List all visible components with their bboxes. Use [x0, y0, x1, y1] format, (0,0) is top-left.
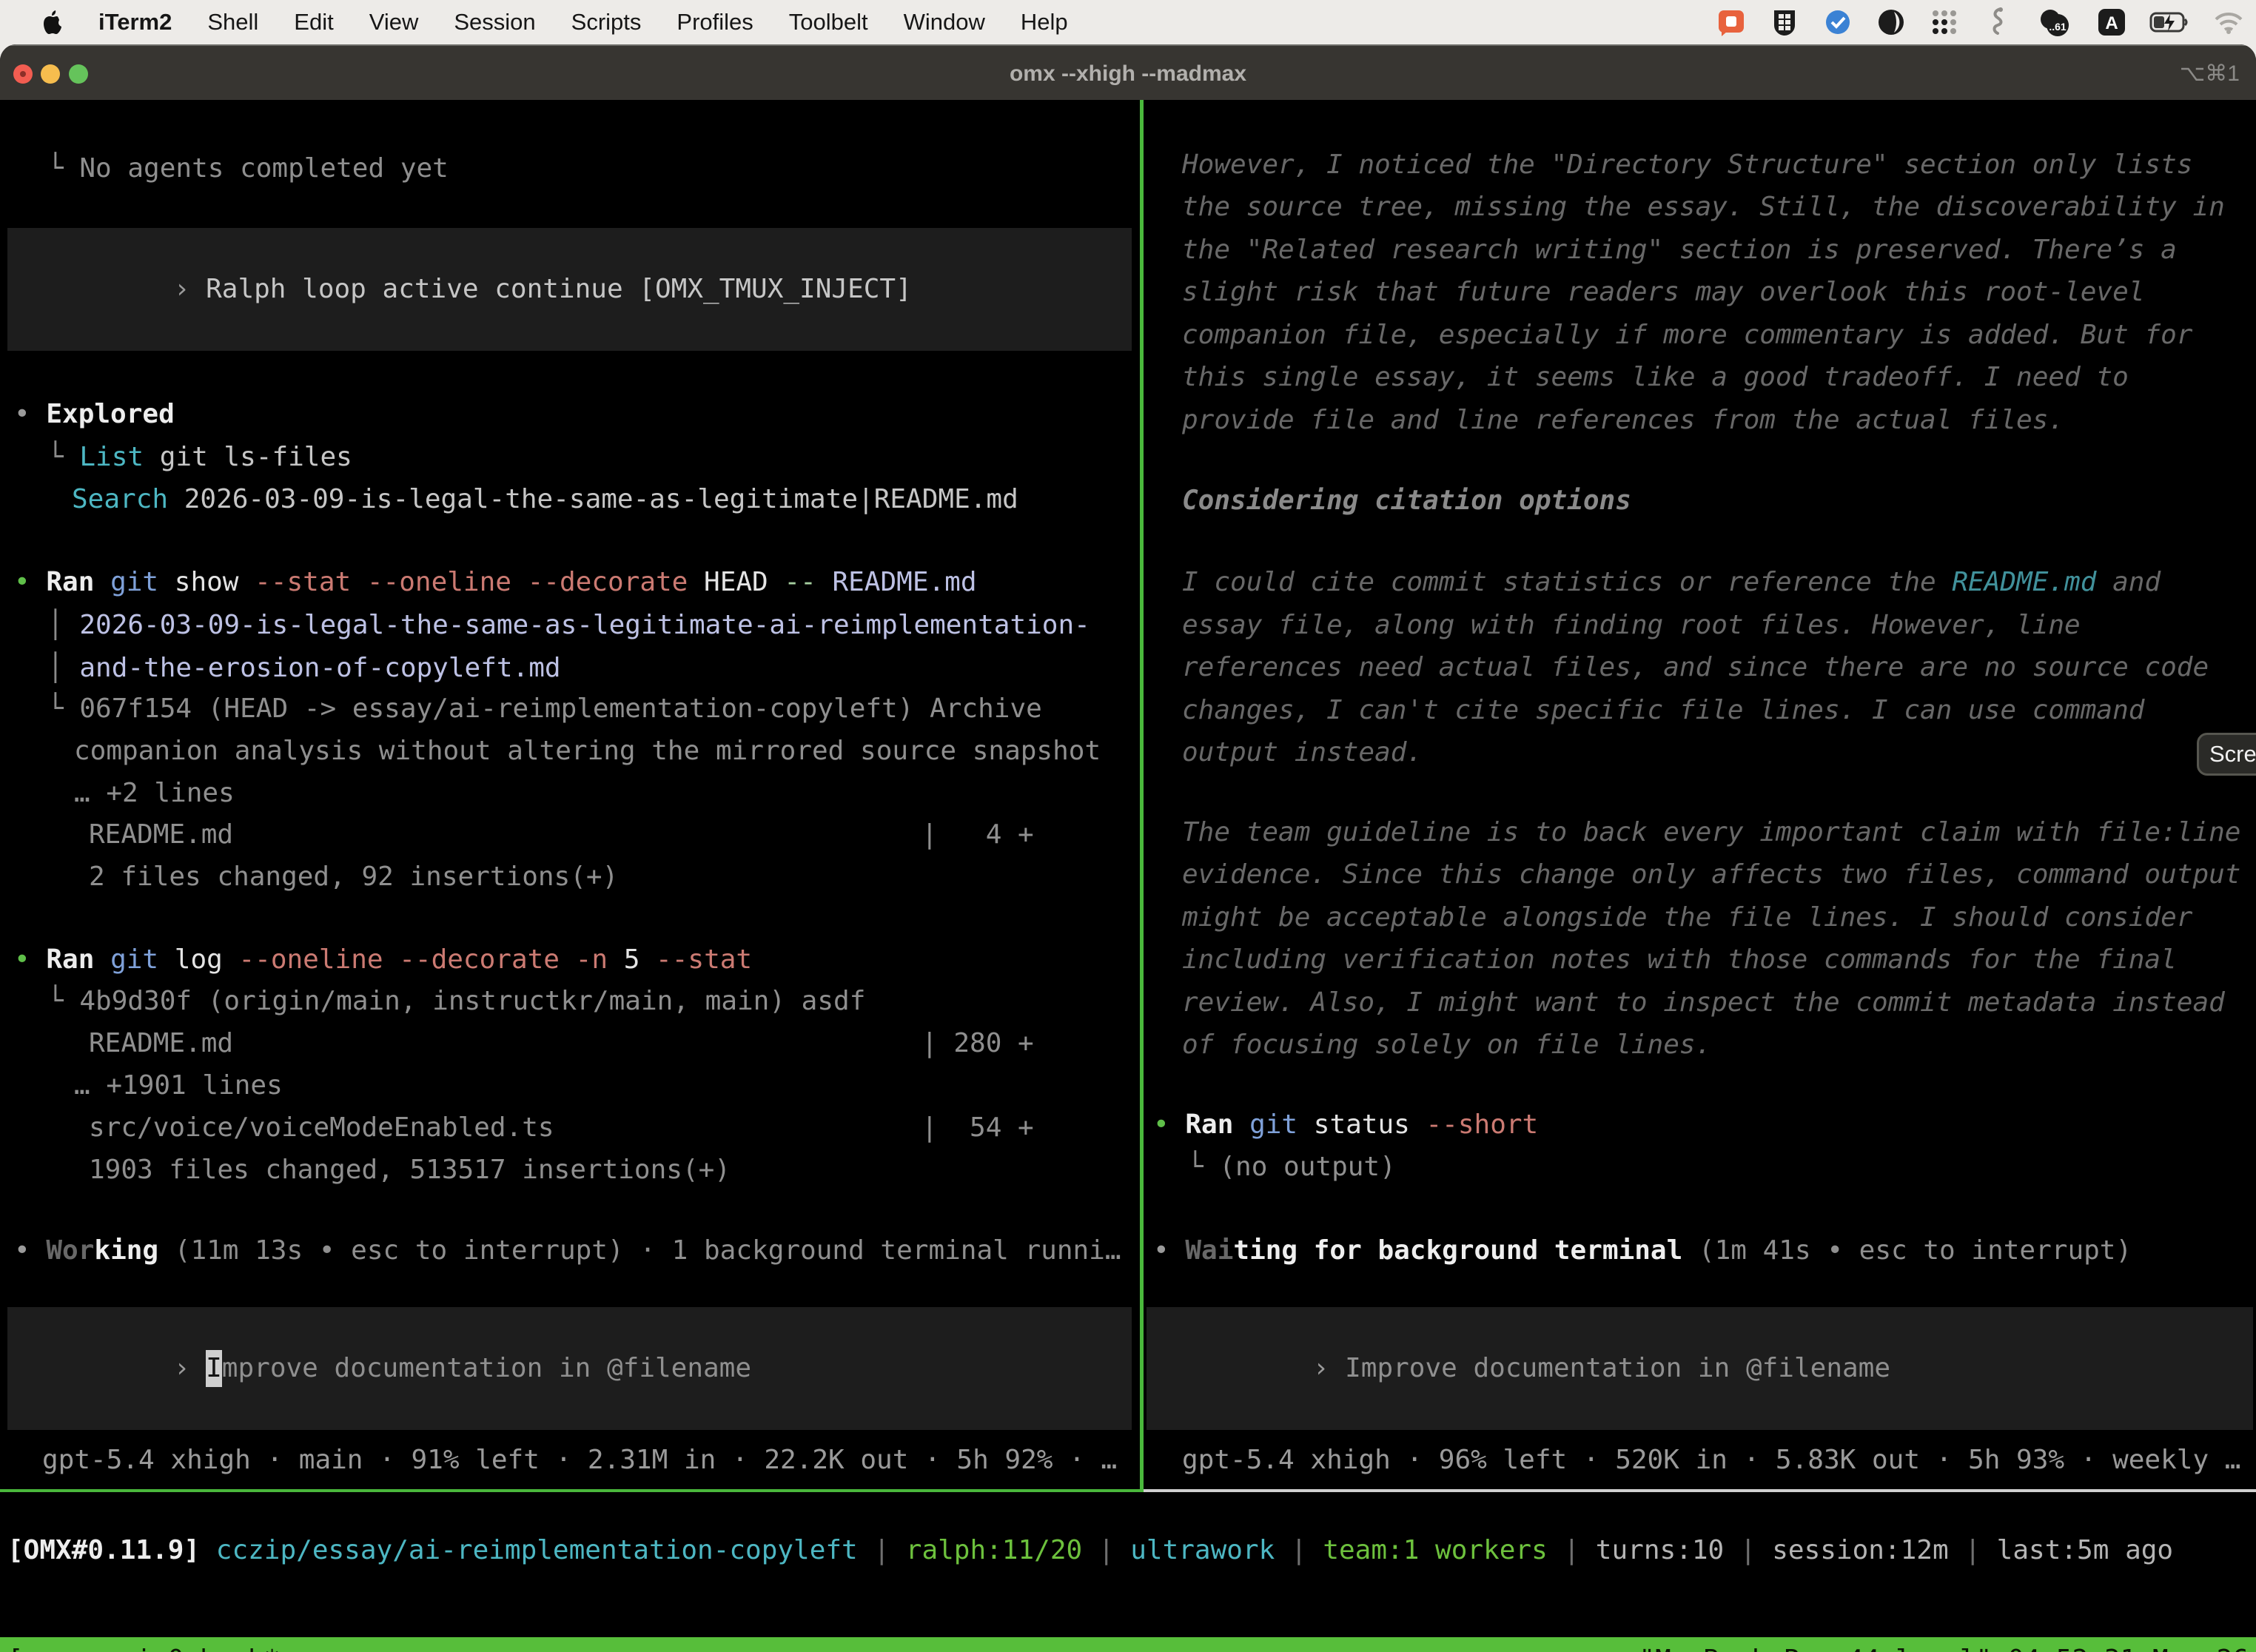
keynote-icon[interactable] [1876, 7, 1907, 38]
a-square-icon[interactable]: A [2096, 7, 2127, 38]
thinking-line: of focusing solely on file lines. [1182, 1027, 1711, 1064]
menu-status-icons: ..61 A [1716, 7, 2244, 38]
tmux-status-bar: [omx-cczip0:bash* "MacBook-Pro-44.local"… [0, 1637, 2256, 1652]
stat-row-1: README.md| 4 + [89, 816, 233, 853]
no-agents-line: └ No agents completed yet [47, 150, 449, 187]
iterm-window: omx --xhigh --madmax ⌥⌘1 └ No agents com… [0, 44, 2256, 1652]
thinking-line: provide file and line references from th… [1182, 402, 2064, 439]
stat-summary-3: 1903 files changed, 513517 insertions(+) [89, 1152, 731, 1189]
stat-summary-1: 2 files changed, 92 insertions(+) [89, 859, 618, 896]
menu-item-shell[interactable]: Shell [207, 9, 258, 36]
inject-banner: › Ralph loop active continue [OMX_TMUX_I… [7, 228, 1132, 351]
inject-text: Ralph loop active continue [OMX_TMUX_INJ… [206, 274, 912, 304]
left-input-prompt: › [174, 1353, 206, 1383]
wrapped-filename-2: │ and-the-erosion-of-copyleft.md [47, 650, 561, 687]
wrapped-filename-1: │ 2026-03-09-is-legal-the-same-as-legiti… [47, 607, 1090, 644]
menu-item-session[interactable]: Session [454, 9, 535, 36]
more-lines-1: … +2 lines [74, 775, 235, 812]
left-input-text: mprove documentation in @filename [222, 1353, 751, 1383]
thinking-line: the "Related research writing" section i… [1182, 232, 2177, 269]
screen-share-icon[interactable] [1716, 7, 1747, 38]
left-prompt-input[interactable]: › Improve documentation in @filename [7, 1307, 1132, 1430]
menu-item-toolbelt[interactable]: Toolbelt [789, 9, 868, 36]
thinking-line: I could cite commit statistics or refere… [1182, 564, 2161, 601]
tmux-host-clock: "MacBook-Pro-44.local" 04:52 31-Mar-26 [1639, 1645, 2249, 1652]
ran-git-show-line: • Ran git show --stat --oneline --decora… [14, 564, 977, 601]
stat-delta-2: | 280 + [921, 1025, 1034, 1062]
omx-status-bar: [OMX#0.11.9] cczip/essay/ai-reimplementa… [7, 1532, 2173, 1569]
inactive-pane-bottom-border [1144, 1489, 2256, 1492]
screen-share-overlay[interactable]: Scre [2197, 733, 2256, 776]
wifi-icon[interactable] [2213, 7, 2244, 38]
right-model-status-line: gpt-5.4 xhigh · 96% left · 520K in · 5.8… [1182, 1442, 2240, 1479]
menu-item-profiles[interactable]: Profiles [677, 9, 753, 36]
thinking-line: The team guideline is to back every impo… [1182, 814, 2240, 851]
window-shortcut-badge: ⌥⌘1 [2180, 46, 2240, 101]
explored-header: • Explored [14, 396, 175, 433]
inject-prompt: › [174, 274, 206, 304]
thinking-line: essay file, along with finding root file… [1182, 607, 2081, 644]
battery-percent-badge[interactable]: ..61 [2035, 7, 2074, 38]
dragon-icon[interactable] [1982, 7, 2013, 38]
terminal-content: └ No agents completed yet › Ralph loop a… [0, 100, 2256, 1652]
menu-item-scripts[interactable]: Scripts [571, 9, 642, 36]
shield-grid-icon[interactable] [1769, 7, 1800, 38]
thinking-line: the source tree, missing the essay. Stil… [1182, 189, 2225, 226]
screen-share-overlay-label: Scre [2209, 741, 2256, 768]
thinking-line: including verification notes with those … [1182, 941, 2177, 978]
left-model-status-line: gpt-5.4 xhigh · main · 91% left · 2.31M … [42, 1442, 1117, 1479]
stat-delta-1: | 4 + [921, 816, 1034, 853]
commit-line-wrap: companion analysis without altering the … [74, 733, 1101, 770]
explored-search-line: Search 2026-03-09-is-legal-the-same-as-l… [72, 481, 1018, 518]
ran-git-log-line: • Ran git log --oneline --decorate -n 5 … [14, 941, 752, 978]
menu-item-window[interactable]: Window [904, 9, 985, 36]
thinking-heading: Considering citation options [1182, 483, 1631, 520]
stat-row-3: src/voice/voiceModeEnabled.ts| 54 + [89, 1109, 554, 1146]
explored-list-line: └ List git ls-files [47, 439, 352, 476]
menu-item-help[interactable]: Help [1021, 9, 1068, 36]
log-commit-line: └ 4b9d30f (origin/main, instructkr/main,… [47, 983, 865, 1020]
thinking-line: changes, I can't cite specific file line… [1182, 692, 2144, 729]
menu-item-edit[interactable]: Edit [294, 9, 333, 36]
menu-item-app[interactable]: iTerm2 [98, 9, 172, 36]
more-lines-2: … +1901 lines [74, 1067, 283, 1104]
active-pane-bottom-border [0, 1489, 1140, 1492]
working-status-line: • Working (11m 13s • esc to interrupt) ·… [14, 1232, 1121, 1269]
window-title: omx --xhigh --madmax [0, 46, 2256, 101]
verified-badge-icon[interactable] [1822, 7, 1853, 38]
thinking-line: this single essay, it seems like a good … [1182, 359, 2129, 396]
battery-icon[interactable] [2149, 7, 2191, 38]
ran-git-status-line: • Ran git status --short [1153, 1107, 1538, 1144]
no-output-line: └ (no output) [1187, 1149, 1396, 1186]
a-square-label: A [2105, 13, 2118, 33]
thinking-line: review. Also, I might want to inspect th… [1182, 984, 2225, 1021]
thinking-line: might be acceptable alongside the file l… [1182, 899, 2192, 936]
thinking-line: evidence. Since this change only affects… [1182, 856, 2240, 893]
right-input-prompt: › [1313, 1353, 1345, 1383]
text-cursor: I [206, 1350, 222, 1387]
thinking-line: slight risk that future readers may over… [1182, 274, 2144, 311]
thinking-line: However, I noticed the "Directory Struct… [1182, 147, 2192, 184]
thinking-line: companion file, especially if more comme… [1182, 317, 2192, 354]
battery-percent-label: ..61 [2049, 21, 2067, 33]
commit-line: └ 067f154 (HEAD -> essay/ai-reimplementa… [47, 691, 1042, 728]
thinking-line: output instead. [1182, 734, 1423, 771]
dots-grid-icon[interactable] [1929, 7, 1960, 38]
apple-logo-icon[interactable] [41, 10, 63, 35]
stat-delta-3: | 54 + [921, 1109, 1034, 1146]
stat-row-2: README.md| 280 + [89, 1025, 233, 1062]
right-input-text: Improve documentation in @filename [1345, 1353, 1890, 1383]
right-prompt-input[interactable]: › Improve documentation in @filename [1147, 1307, 2253, 1430]
menu-item-view[interactable]: View [369, 9, 419, 36]
pane-divider[interactable] [1140, 100, 1144, 1492]
tmux-session-label[interactable]: [omx-cczip0:bash* [7, 1645, 280, 1652]
window-titlebar[interactable]: omx --xhigh --madmax ⌥⌘1 [0, 44, 2256, 100]
thinking-line: references need actual files, and since … [1182, 649, 2209, 686]
macos-menu-bar: iTerm2 Shell Edit View Session Scripts P… [0, 0, 2256, 44]
waiting-status-line: • Waiting for background terminal (1m 41… [1153, 1232, 2132, 1269]
